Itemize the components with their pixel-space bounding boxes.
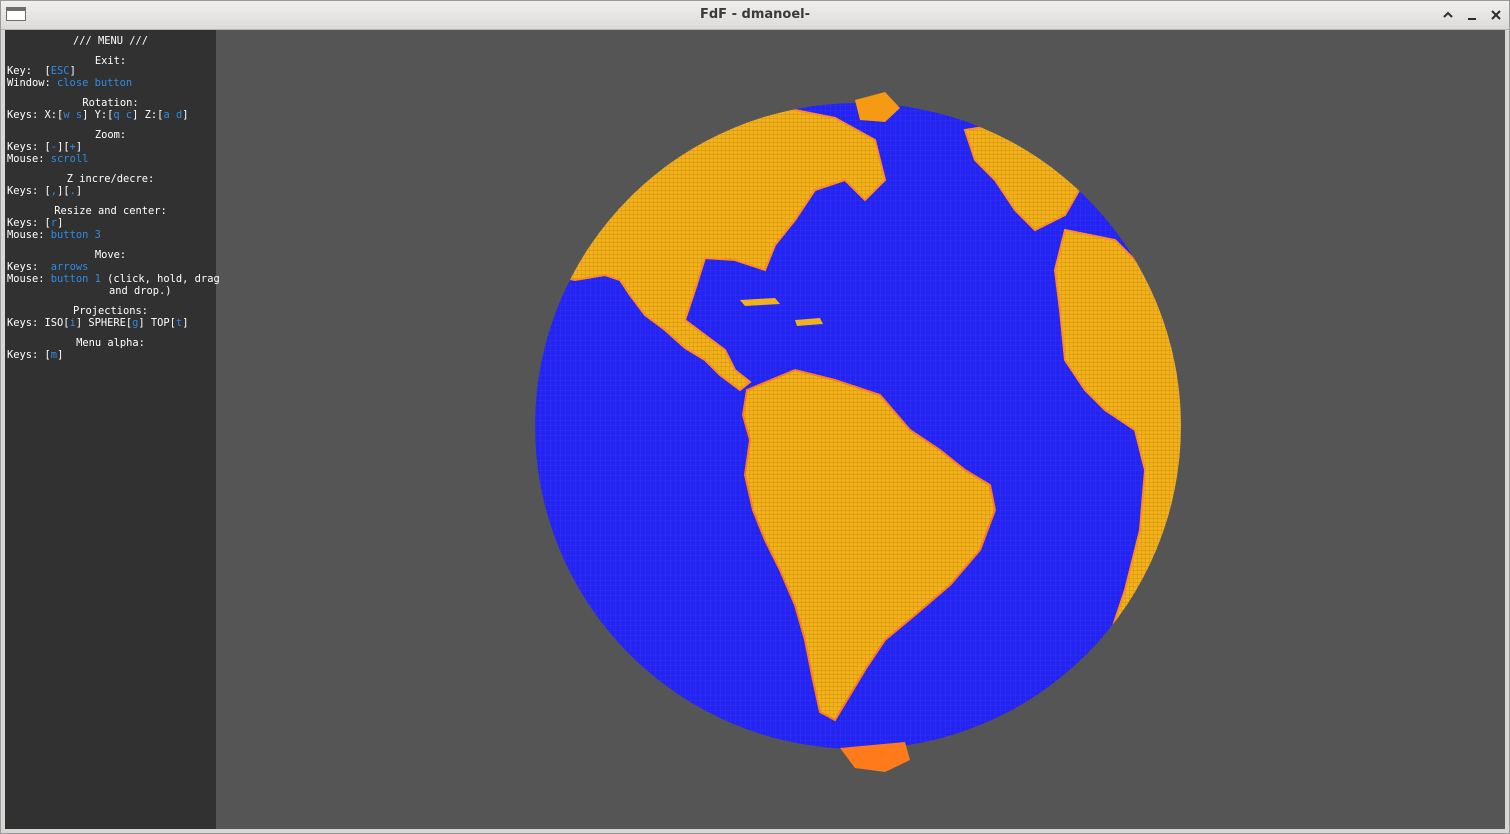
- menu-header: /// MENU ///: [72, 35, 149, 47]
- z-incre-title: Z incre/decre:: [66, 173, 155, 185]
- exit-window-line: Window: close button: [7, 77, 133, 89]
- zoom-mouse-line: Mouse: scroll: [7, 153, 89, 165]
- resize-mouse-line: Mouse: button 3: [7, 229, 101, 241]
- render-area[interactable]: /// MENU /// Exit: Key: [ESC] Window: cl…: [5, 30, 1505, 829]
- minimize-icon: [1468, 18, 1476, 20]
- menu-panel: /// MENU /// Exit: Key: [ESC] Window: cl…: [5, 30, 220, 829]
- rotation-keys-line: Keys: X:[w s] Y:[q c] Z:[a d]: [7, 109, 189, 121]
- projections-title: Projections:: [72, 305, 149, 317]
- esc-key: ESC: [50, 65, 70, 77]
- resize-keys-line: Keys: [r]: [7, 217, 64, 229]
- close-button[interactable]: [1486, 5, 1506, 25]
- zoom-title: Zoom:: [94, 129, 127, 141]
- rotation-title: Rotation:: [82, 97, 139, 109]
- zoom-keys-line: Keys: [-][+]: [7, 141, 83, 153]
- move-keys-line: Keys: arrows: [7, 261, 89, 273]
- move-mouse-line-2: and drop.): [109, 285, 172, 297]
- menu-alpha-keys-line: Keys: [m]: [7, 349, 64, 361]
- z-incre-keys-line: Keys: [,][.]: [7, 185, 83, 197]
- fdf-window: FdF - dmanoel- /// MENU /// Exit: Key: […: [0, 0, 1510, 834]
- minimize-button[interactable]: [1462, 5, 1482, 25]
- globe-render[interactable]: [5, 30, 1505, 829]
- close-button-hint: close button: [57, 77, 133, 89]
- chevron-up-icon: [1443, 11, 1453, 18]
- move-mouse-line: Mouse: button 1 (click, hold, drag: [7, 273, 220, 285]
- titlebar[interactable]: FdF - dmanoel-: [1, 1, 1509, 30]
- exit-key-line: Key: [ESC]: [7, 65, 76, 77]
- resize-title: Resize and center:: [54, 205, 167, 217]
- maximize-button[interactable]: [1438, 5, 1458, 25]
- move-title: Move:: [94, 249, 127, 261]
- menu-alpha-title: Menu alpha:: [76, 337, 145, 349]
- window-title: FdF - dmanoel-: [700, 7, 810, 22]
- projections-keys-line: Keys: ISO[i] SPHERE[g] TOP[t]: [7, 317, 189, 329]
- close-icon: [1491, 10, 1501, 20]
